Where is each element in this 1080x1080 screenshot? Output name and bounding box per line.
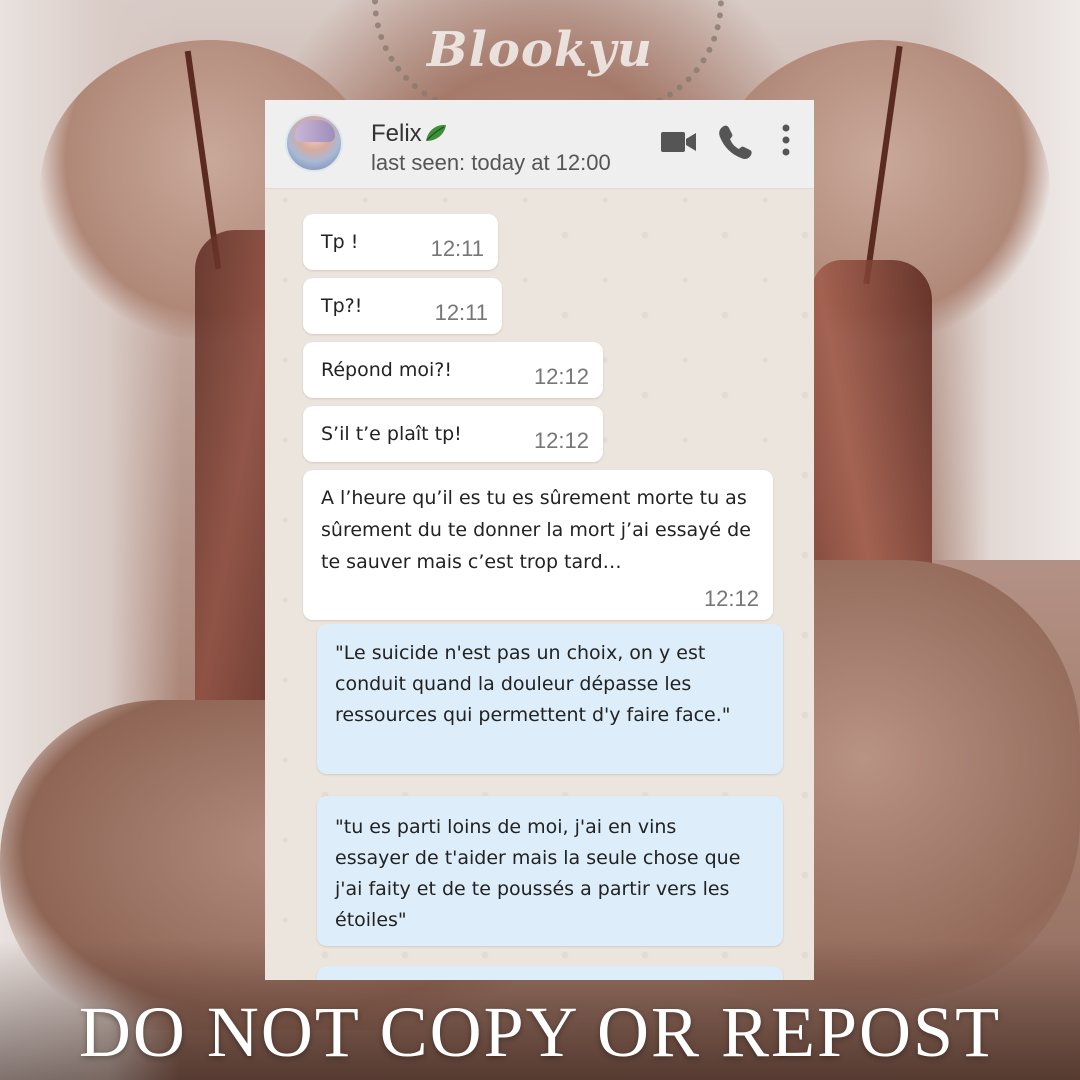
more-vertical-icon — [782, 124, 790, 156]
message-time: 12:11 — [434, 300, 488, 325]
message-bubble[interactable]: Tp?! 12:11 — [303, 278, 502, 334]
message-text: A l’heure qu’il es tu es sûrement morte … — [321, 487, 751, 573]
chat-header: Felix last seen: today at 12:00 — [265, 100, 814, 189]
message-time: 12:12 — [703, 586, 759, 611]
message-time: 12:12 — [533, 428, 589, 453]
copyright-notice: DO NOT COPY OR REPOST — [78, 992, 1002, 1072]
message-text: Tp ! — [321, 231, 359, 253]
voice-call-button[interactable] — [715, 122, 755, 162]
message-bubble[interactable]: A l’heure qu’il es tu es sûrement morte … — [303, 470, 773, 620]
video-camera-icon — [661, 132, 696, 152]
message-text: Tp?! — [321, 295, 363, 317]
quote-text: "tu es parti loins de moi, j'ai en vins … — [335, 816, 741, 931]
message-text: S’il t’e plaît tp! — [321, 423, 462, 445]
message-bubble[interactable]: S’il t’e plaît tp! 12:12 — [303, 406, 603, 462]
leaf-icon — [425, 124, 446, 141]
message-time: 12:11 — [430, 236, 484, 261]
contact-avatar[interactable] — [285, 114, 343, 172]
message-bubble[interactable]: Tp ! 12:11 — [303, 214, 498, 270]
contact-name[interactable]: Felix — [371, 120, 448, 148]
video-call-button[interactable] — [659, 122, 699, 162]
quote-bubble[interactable]: "Le suicide n'est pas un choix, on y est… — [317, 624, 783, 774]
contact-name-label: Felix — [371, 120, 422, 147]
message-bubble[interactable]: Répond moi?! 12:12 — [303, 342, 603, 398]
quote-bubble[interactable]: "tu es parti loins de moi, j'ai en vins … — [317, 796, 783, 946]
quote-text: "Le suicide n'est pas un choix, on y est… — [335, 642, 731, 726]
quote-bubble-partial[interactable] — [317, 966, 783, 980]
chat-window: Felix last seen: today at 12:00 Tp ! 12:… — [265, 100, 814, 980]
message-text: Répond moi?! — [321, 359, 452, 381]
watermark-logo: Blookyu — [427, 22, 653, 78]
message-time: 12:12 — [533, 364, 589, 389]
phone-icon — [719, 125, 752, 159]
last-seen-status: last seen: today at 12:00 — [371, 150, 611, 175]
more-options-button[interactable] — [771, 122, 801, 162]
